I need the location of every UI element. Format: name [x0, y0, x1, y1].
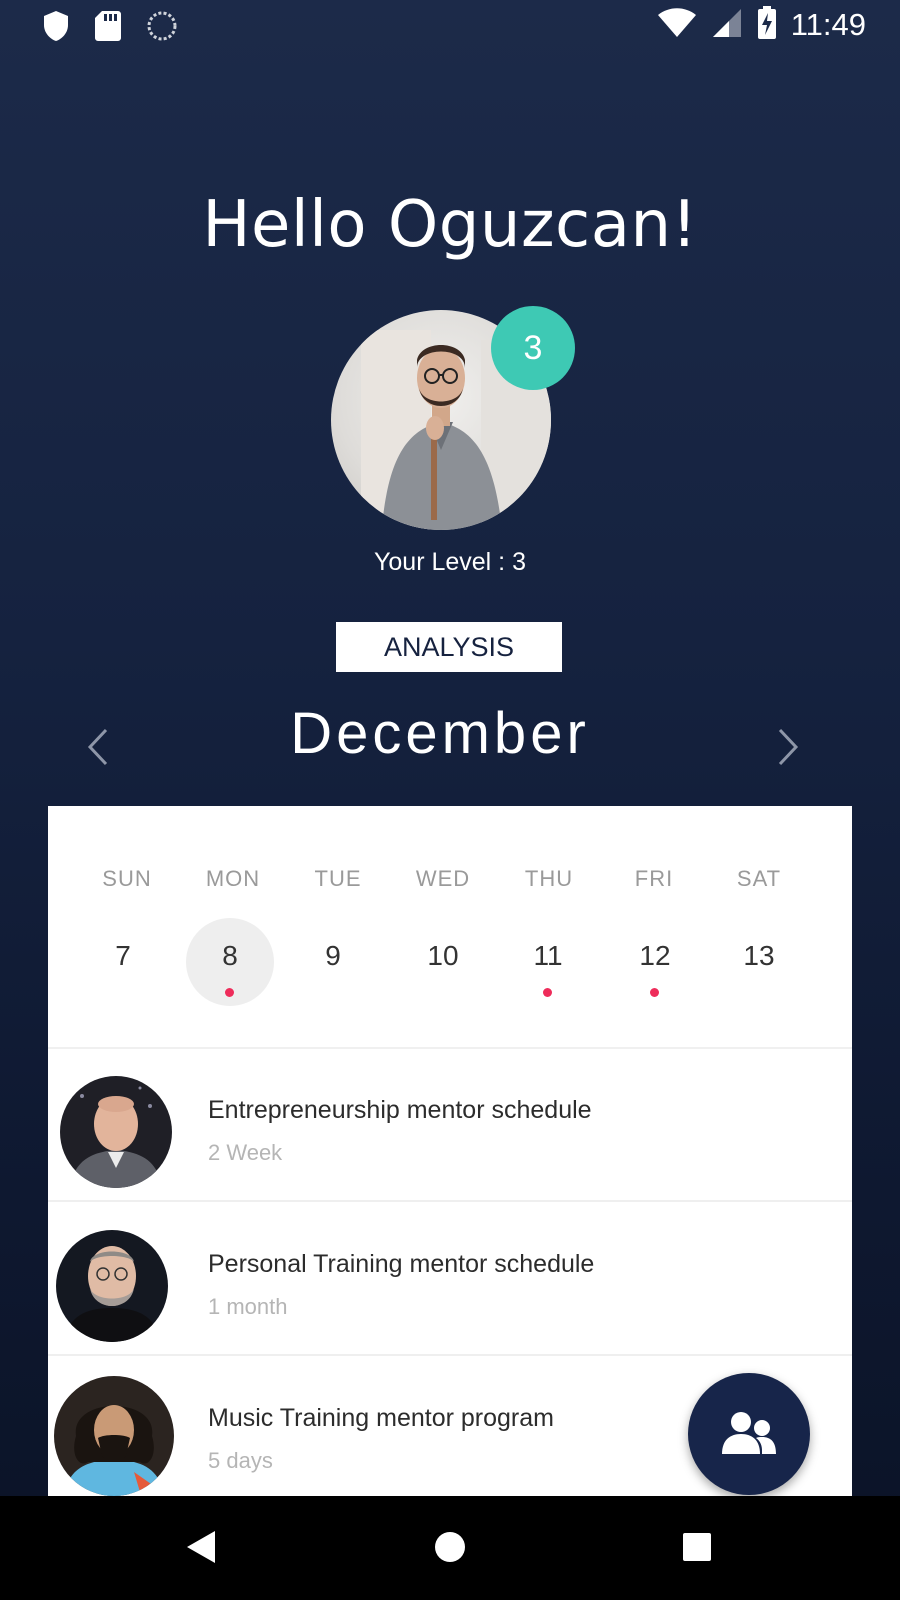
month-navigator: December — [0, 700, 900, 790]
date-cell-7[interactable]: 7 — [78, 918, 168, 1008]
date-number: 11 — [533, 940, 563, 971]
date-number: 13 — [743, 940, 775, 971]
divider — [48, 1200, 852, 1202]
mentor-avatar — [60, 1076, 172, 1188]
weekday-label: THU — [524, 866, 574, 891]
greeting-title: Hello Oguzcan! — [202, 188, 698, 262]
mentor-title: Entrepreneurship mentor schedule — [208, 1096, 592, 1124]
weekday-label: MON — [205, 866, 261, 891]
shield-icon — [42, 10, 70, 46]
mentor-title: Music Training mentor program — [208, 1404, 554, 1432]
system-navigation-bar — [0, 1496, 900, 1600]
home-icon[interactable] — [425, 1522, 475, 1572]
weekday-label: SUN — [102, 866, 152, 891]
list-item-mentor[interactable]: Personal Training mentor schedule 1 mont… — [48, 1204, 852, 1356]
wifi-icon — [657, 7, 697, 43]
weekday-label: WED — [415, 866, 471, 891]
date-cell-11[interactable]: 11 — [503, 918, 593, 1008]
level-badge: 3 — [491, 306, 575, 390]
event-dot — [225, 988, 234, 997]
mentors-fab-button[interactable] — [688, 1373, 810, 1495]
mentor-duration: 1 month — [208, 1294, 288, 1319]
clock-time: 11:49 — [790, 7, 866, 42]
battery-charging-icon — [757, 6, 777, 44]
divider — [48, 1047, 852, 1049]
next-month-icon[interactable] — [768, 722, 808, 772]
date-number: 8 — [222, 940, 238, 971]
event-dot — [650, 988, 659, 997]
mentor-title: Personal Training mentor schedule — [208, 1250, 595, 1278]
month-title: December — [290, 701, 590, 766]
date-cell-10[interactable]: 10 — [398, 918, 488, 1008]
mentor-avatar — [54, 1376, 174, 1496]
analysis-button[interactable]: ANALYSIS — [336, 622, 562, 672]
sync-icon — [146, 10, 178, 46]
divider — [48, 1354, 852, 1356]
date-cell-12[interactable]: 12 — [610, 918, 700, 1008]
weekday-label: FRI — [634, 866, 674, 891]
date-row: 7 8 9 10 11 12 13 — [48, 918, 852, 1008]
recents-icon[interactable] — [672, 1522, 722, 1572]
signal-icon — [711, 7, 743, 43]
event-dot — [543, 988, 552, 997]
status-bar: 11:49 — [0, 0, 900, 52]
date-number: 7 — [115, 940, 131, 971]
weekday-header: SUN MON TUE WED THU FRI SAT — [48, 866, 852, 896]
list-item-mentor[interactable]: Entrepreneurship mentor schedule 2 Week — [48, 1050, 852, 1202]
mentor-duration: 2 Week — [208, 1140, 283, 1165]
date-number: 12 — [639, 940, 671, 971]
date-cell-8-selected[interactable]: 8 — [185, 918, 275, 1008]
mentor-avatar — [56, 1230, 168, 1342]
back-icon[interactable] — [176, 1522, 226, 1572]
sd-card-icon — [94, 10, 122, 46]
weekday-label: TUE — [314, 866, 362, 891]
date-number: 10 — [427, 940, 459, 971]
date-number: 9 — [325, 940, 341, 971]
level-text: Your Level : 3 — [374, 548, 526, 576]
date-cell-9[interactable]: 9 — [288, 918, 378, 1008]
users-icon — [720, 1410, 778, 1459]
mentor-duration: 5 days — [208, 1448, 273, 1473]
date-cell-13[interactable]: 13 — [714, 918, 804, 1008]
weekday-label: SAT — [736, 866, 782, 891]
